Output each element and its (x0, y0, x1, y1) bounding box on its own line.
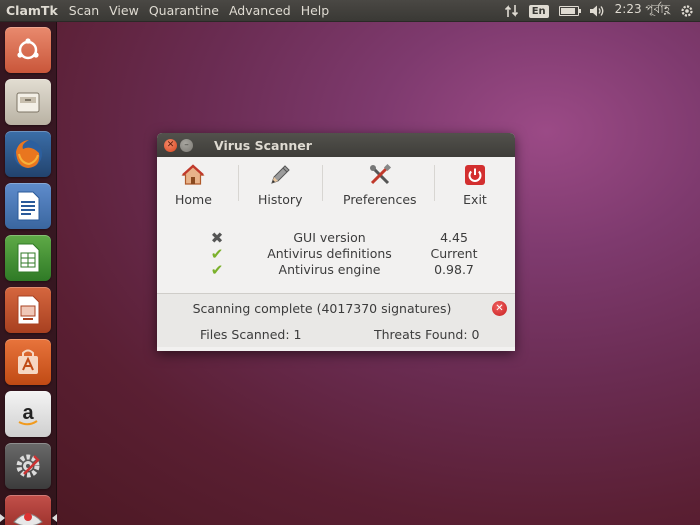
presentation-impress-icon (17, 295, 40, 325)
status-label: Antivirus definitions (267, 246, 392, 261)
toolbar-separator (238, 165, 239, 201)
settings-gear-icon[interactable] (680, 4, 694, 18)
checkmark-icon: ✔ (210, 245, 224, 263)
status-row-gui-version: ✖ GUI version 4.45 (157, 230, 515, 246)
home-icon (181, 164, 206, 185)
clamtk-icon (13, 513, 43, 525)
spreadsheet-calc-icon (17, 243, 40, 273)
amazon-icon: a (18, 402, 38, 426)
status-row-antivirus-engine: ✔ Antivirus engine 0.98.7 (157, 262, 515, 278)
status-value: 4.45 (440, 230, 468, 245)
tools-icon (369, 163, 391, 185)
power-icon (465, 165, 485, 185)
toolbar: Home History Preferences Exit (157, 157, 515, 217)
launcher-firefox-button[interactable] (5, 131, 51, 177)
window-minimize-button[interactable]: – (180, 138, 193, 152)
launcher-calc-button[interactable] (5, 235, 51, 281)
minimize-icon: – (184, 139, 189, 150)
toolbar-separator (322, 165, 323, 201)
file-cabinet-icon (16, 92, 40, 113)
ubuntu-logo-icon (17, 38, 39, 60)
shopping-bag-icon (18, 349, 38, 374)
menu-help[interactable]: Help (296, 3, 335, 18)
top-panel: ClamTk Scan View Quarantine Advanced Hel… (0, 0, 700, 22)
dismiss-result-button[interactable]: ✕ (492, 301, 507, 316)
virus-scanner-window: ✕ – Virus Scanner Home History Preferenc… (157, 133, 515, 351)
menu-scan[interactable]: Scan (64, 3, 104, 18)
window-close-button[interactable]: ✕ (164, 138, 177, 152)
history-label: History (258, 192, 303, 207)
app-name: ClamTk (6, 3, 58, 18)
launcher-dash-button[interactable] (5, 27, 51, 73)
preferences-button[interactable]: Preferences (343, 163, 417, 207)
pencil-icon (271, 165, 290, 184)
launcher-amazon-button[interactable]: a (5, 391, 51, 437)
threats-found-count: Threats Found: 0 (374, 327, 480, 342)
launcher-running-indicator (0, 514, 5, 522)
toolbar-separator (434, 165, 435, 201)
preferences-label: Preferences (343, 192, 417, 207)
window-titlebar[interactable]: ✕ – Virus Scanner (157, 133, 515, 157)
network-icon[interactable] (504, 4, 519, 18)
menu-advanced[interactable]: Advanced (224, 3, 296, 18)
clock[interactable]: 2:23 পূর্বাহ্ণ (615, 1, 670, 21)
files-scanned-count: Files Scanned: 1 (200, 327, 302, 342)
cross-icon: ✖ (210, 229, 224, 247)
svg-text:a: a (22, 402, 34, 424)
launcher-active-indicator (52, 514, 57, 522)
status-label: Antivirus engine (278, 262, 381, 277)
battery-icon[interactable] (558, 6, 581, 16)
firefox-icon (14, 140, 42, 168)
volume-icon[interactable] (589, 4, 605, 18)
document-writer-icon (17, 191, 40, 221)
close-icon: ✕ (166, 139, 175, 150)
exit-button[interactable]: Exit (463, 163, 487, 207)
home-button[interactable]: Home (175, 163, 212, 207)
keyboard-language-indicator[interactable]: En (528, 4, 549, 18)
launcher-writer-button[interactable] (5, 183, 51, 229)
history-button[interactable]: History (258, 163, 302, 207)
launcher-clamtk-button[interactable] (5, 495, 51, 525)
status-value: Current (430, 246, 478, 261)
checkmark-icon: ✔ (210, 261, 224, 279)
launcher-files-button[interactable] (5, 79, 51, 125)
status-value: 0.98.7 (434, 262, 474, 277)
launcher-software-center-button[interactable] (5, 339, 51, 385)
status-row-antivirus-definitions: ✔ Antivirus definitions Current (157, 246, 515, 262)
gear-icon (16, 454, 40, 478)
launcher: a (0, 22, 57, 525)
system-tray: En 2:23 পূর্বাহ্ণ (504, 0, 694, 22)
window-title: Virus Scanner (214, 137, 312, 153)
scan-complete-message: Scanning complete (4017370 signatures) (192, 301, 452, 316)
scan-result-bar: Scanning complete (4017370 signatures) ✕… (157, 293, 515, 347)
menu-quarantine[interactable]: Quarantine (144, 3, 224, 18)
launcher-impress-button[interactable] (5, 287, 51, 333)
exit-label: Exit (463, 192, 487, 207)
menu-view[interactable]: View (104, 3, 144, 18)
status-label: GUI version (293, 230, 366, 245)
close-icon: ✕ (495, 303, 504, 314)
home-label: Home (175, 192, 212, 207)
launcher-system-settings-button[interactable] (5, 443, 51, 489)
status-panel: ✖ GUI version 4.45 ✔ Antivirus definitio… (157, 217, 515, 295)
